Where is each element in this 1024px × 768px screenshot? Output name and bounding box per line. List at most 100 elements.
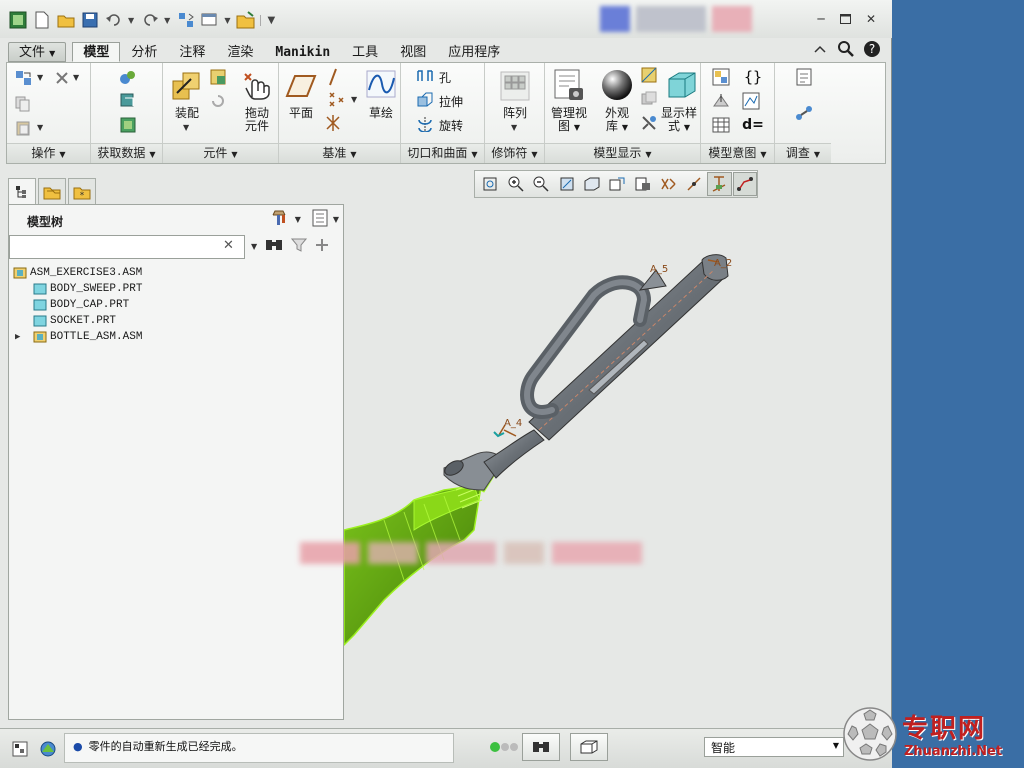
- model-tree-search-input[interactable]: [9, 235, 245, 259]
- group-label-investigate[interactable]: 调查 ▼: [775, 143, 831, 163]
- point-dropdown-icon[interactable]: ▼: [351, 95, 357, 104]
- relations-image-icon[interactable]: [741, 91, 761, 111]
- help-icon[interactable]: ?: [863, 40, 881, 58]
- windows-dropdown-icon[interactable]: ▼: [224, 16, 230, 25]
- tab-manikin[interactable]: Manikin: [264, 42, 341, 62]
- display-style-icon[interactable]: [580, 172, 604, 196]
- app-icon[interactable]: [8, 10, 28, 30]
- parameters-icon[interactable]: {}: [741, 67, 765, 87]
- user-defined-feature-icon[interactable]: [117, 67, 139, 87]
- maximize-button[interactable]: [834, 10, 856, 28]
- hole-icon[interactable]: [415, 67, 435, 85]
- pattern-icon[interactable]: [497, 69, 533, 103]
- section-icon[interactable]: [639, 65, 659, 85]
- copy-geometry-icon[interactable]: [117, 91, 139, 111]
- tree-item-body-sweep[interactable]: BODY_SWEEP.PRT: [13, 281, 142, 297]
- undo-icon[interactable]: [104, 10, 124, 30]
- datum-label-a5[interactable]: A_5: [650, 264, 668, 275]
- zoom-in-icon[interactable]: [503, 172, 527, 196]
- settings-icon[interactable]: [271, 209, 291, 230]
- relations-icon[interactable]: d=: [741, 115, 765, 135]
- refit-icon[interactable]: [478, 172, 502, 196]
- reference-viewer-icon[interactable]: [793, 103, 815, 123]
- coordinate-system-icon[interactable]: [323, 113, 343, 133]
- show-dropdown-icon[interactable]: ▼: [333, 215, 339, 224]
- regenerate-icon[interactable]: [176, 10, 196, 30]
- family-table-icon[interactable]: [711, 67, 731, 87]
- drag-components-icon[interactable]: [239, 69, 275, 103]
- collapse-ribbon-icon[interactable]: [811, 40, 829, 58]
- browser-toggle-icon[interactable]: [36, 737, 60, 761]
- publish-geometry-icon[interactable]: [711, 91, 731, 111]
- tab-tools[interactable]: 工具: [341, 42, 389, 62]
- plane-label[interactable]: 平面: [281, 107, 321, 120]
- redo-dropdown-icon[interactable]: ▼: [164, 16, 170, 25]
- repeat-icon[interactable]: [207, 91, 229, 111]
- plane-icon[interactable]: [283, 69, 319, 103]
- display-style-label[interactable]: 显示样式 ▼: [657, 107, 701, 134]
- find-button[interactable]: [522, 733, 560, 761]
- extrude-label[interactable]: 拉伸: [439, 93, 463, 110]
- sketch-label[interactable]: 草绘: [363, 107, 399, 120]
- pattern-dropdown-icon[interactable]: ▼: [511, 123, 517, 132]
- assemble-dropdown-icon[interactable]: ▼: [183, 123, 189, 132]
- paste-dropdown-icon[interactable]: ▼: [37, 123, 43, 132]
- axis-icon[interactable]: [323, 67, 343, 87]
- datum-display-icon[interactable]: [707, 172, 732, 196]
- spin-center-icon[interactable]: [682, 172, 706, 196]
- datum-label-a4[interactable]: A_4: [504, 418, 522, 429]
- model-tree-tab-icon[interactable]: [8, 178, 36, 204]
- group-label-operations[interactable]: 操作 ▼: [7, 143, 90, 163]
- assemble-icon[interactable]: [169, 69, 205, 103]
- group-label-get-data[interactable]: 获取数据 ▼: [91, 143, 162, 163]
- tab-file[interactable]: 文件 ▼: [8, 42, 67, 62]
- tab-annotate[interactable]: 注释: [168, 42, 216, 62]
- favorites-tab-icon[interactable]: *: [68, 178, 96, 204]
- revolve-label[interactable]: 旋转: [439, 117, 463, 134]
- save-icon[interactable]: [80, 10, 100, 30]
- delete-dropdown-icon[interactable]: ▼: [73, 73, 79, 82]
- assemble-label[interactable]: 装配: [167, 107, 207, 120]
- repaint-icon[interactable]: [554, 172, 578, 196]
- undo-dropdown-icon[interactable]: ▼: [128, 16, 134, 25]
- regenerate-icon[interactable]: [13, 69, 35, 87]
- copy-icon[interactable]: [13, 95, 33, 113]
- saved-orientations-icon[interactable]: [605, 172, 629, 196]
- create-component-icon[interactable]: [207, 67, 229, 87]
- delete-icon[interactable]: [53, 69, 71, 87]
- group-label-cut-surface[interactable]: 切口和曲面 ▼: [401, 143, 484, 163]
- search-options-dropdown-icon[interactable]: ▼: [251, 242, 257, 251]
- filter-icon[interactable]: [291, 238, 308, 255]
- tab-view[interactable]: 视图: [389, 42, 437, 62]
- manage-views-icon[interactable]: [551, 67, 587, 103]
- display-style-icon[interactable]: [663, 67, 699, 103]
- layers-icon[interactable]: [639, 89, 659, 109]
- assembly-model[interactable]: A_5 A_2 A_4: [343, 200, 890, 726]
- revolve-icon[interactable]: [415, 115, 435, 133]
- graphics-area[interactable]: A_5 A_2 A_4: [343, 200, 890, 726]
- redo-icon[interactable]: [140, 10, 160, 30]
- view-manager-icon[interactable]: [631, 172, 655, 196]
- tree-item-bottle-asm[interactable]: ▶ BOTTLE_ASM.ASM: [13, 329, 142, 345]
- model-info-icon[interactable]: [793, 67, 815, 87]
- geometry-select-button[interactable]: [570, 733, 608, 761]
- tab-applications[interactable]: 应用程序: [437, 42, 511, 62]
- datum-label-a2[interactable]: A_2: [714, 258, 732, 269]
- search-icon[interactable]: [837, 40, 855, 58]
- navigator-toggle-icon[interactable]: [8, 737, 32, 761]
- open-icon[interactable]: [56, 10, 76, 30]
- find-icon[interactable]: [265, 238, 283, 255]
- hole-label[interactable]: 孔: [439, 69, 451, 86]
- pattern-label[interactable]: 阵列: [495, 107, 535, 120]
- group-label-component[interactable]: 元件 ▼: [163, 143, 278, 163]
- site-url[interactable]: Zhuanzhi.Net: [904, 744, 1002, 759]
- point-icon[interactable]: [323, 89, 351, 109]
- settings-dropdown-icon[interactable]: ▼: [295, 215, 301, 224]
- tab-analysis[interactable]: 分析: [120, 42, 168, 62]
- sketch-icon[interactable]: [365, 67, 397, 101]
- expand-icon[interactable]: ▶: [15, 332, 27, 342]
- appearance-gallery-label[interactable]: 外观库 ▼: [597, 107, 637, 134]
- close-window-icon[interactable]: [236, 10, 256, 30]
- show-icon[interactable]: [311, 209, 329, 230]
- group-label-model-display[interactable]: 模型显示 ▼: [545, 143, 700, 163]
